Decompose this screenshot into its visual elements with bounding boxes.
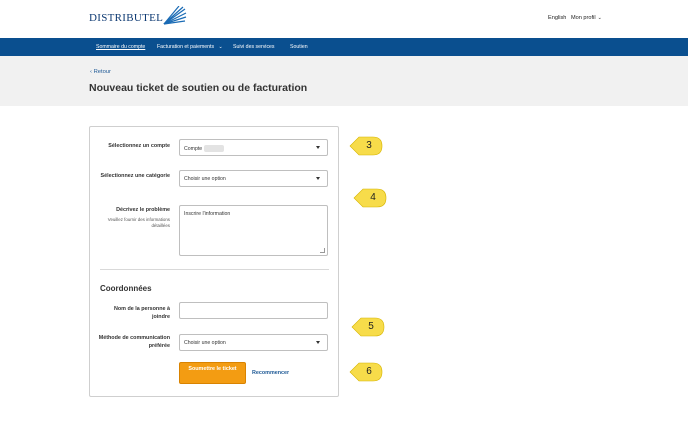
callout-number: 6 xyxy=(366,366,372,377)
callout-marker: 6 xyxy=(349,362,383,382)
description-sublabel: Veuillez fournir des informations détail… xyxy=(107,216,170,228)
redacted-account-number xyxy=(204,145,225,152)
chevron-left-icon: ‹ xyxy=(90,69,92,75)
top-header: DISTRIBUTEL English Mon profil ⌄ xyxy=(0,0,688,38)
back-label: Retour xyxy=(93,69,111,75)
contact-section-title: Coordonnées xyxy=(100,284,152,293)
description-placeholder: Inscrire l'information xyxy=(184,211,231,217)
contact-method-label: Méthode de communication préférée xyxy=(98,335,170,349)
account-label: Sélectionnez un compte xyxy=(108,143,170,149)
chevron-down-icon: ⌄ xyxy=(597,15,602,21)
callout-marker: 4 xyxy=(353,188,387,208)
contact-method-select[interactable]: Choisir une option xyxy=(179,334,328,351)
page-title: Nouveau ticket de soutien ou de facturat… xyxy=(89,82,308,94)
back-link[interactable]: ‹ Retour xyxy=(90,69,111,75)
reset-link[interactable]: Recommencer xyxy=(252,370,289,376)
callout-marker: 5 xyxy=(351,317,385,337)
caret-down-icon xyxy=(316,177,320,180)
logo-text: DISTRIBUTEL xyxy=(89,12,164,24)
nav-item-support[interactable]: Soutien xyxy=(290,44,308,50)
caret-down-icon xyxy=(316,341,320,344)
callout-number: 4 xyxy=(370,192,376,203)
nav-item-billing[interactable]: Facturation et paiements ⌄ xyxy=(157,44,223,50)
callout-marker: 3 xyxy=(349,136,383,156)
category-label: Sélectionnez une catégorie xyxy=(100,173,171,179)
description-label-text: Décrivez le problème xyxy=(116,207,170,213)
distributel-logo[interactable]: DISTRIBUTEL xyxy=(89,6,187,28)
resize-handle-icon[interactable] xyxy=(320,248,325,253)
nav-item-service-tracking[interactable]: Suivi des services xyxy=(233,44,275,50)
ticket-form: Sélectionnez un compte Compte Sélectionn… xyxy=(89,126,339,397)
callout-number: 5 xyxy=(368,321,374,332)
contact-name-input[interactable] xyxy=(179,302,328,319)
profile-label: Mon profil xyxy=(571,15,596,21)
page-header-band xyxy=(0,56,688,106)
section-divider xyxy=(100,269,329,270)
caret-down-icon xyxy=(316,146,320,149)
chevron-down-icon: ⌄ xyxy=(218,44,223,50)
submit-ticket-button[interactable]: Soumettre le ticket xyxy=(179,362,246,384)
category-select-value: Choisir une option xyxy=(184,176,226,182)
category-select[interactable]: Choisir une option xyxy=(179,170,328,187)
contact-method-value: Choisir une option xyxy=(184,340,226,346)
description-textarea[interactable]: Inscrire l'information xyxy=(179,205,328,256)
nav-item-billing-label: Facturation et paiements xyxy=(157,44,215,50)
profile-menu[interactable]: Mon profil ⌄ xyxy=(571,15,602,21)
language-toggle[interactable]: English xyxy=(548,15,566,21)
logo-sunburst-icon xyxy=(163,6,187,25)
account-select-value: Compte xyxy=(184,145,203,152)
contact-name-label: Nom de la personne à joindre xyxy=(113,306,170,320)
account-select[interactable]: Compte xyxy=(179,139,328,156)
nav-item-account-summary[interactable]: Sommaire du compte xyxy=(96,44,145,50)
description-label: Décrivez le problème Veuillez fournir de… xyxy=(98,207,170,229)
callout-number: 3 xyxy=(366,140,372,151)
main-nav: Sommaire du compte Facturation et paieme… xyxy=(0,38,688,56)
